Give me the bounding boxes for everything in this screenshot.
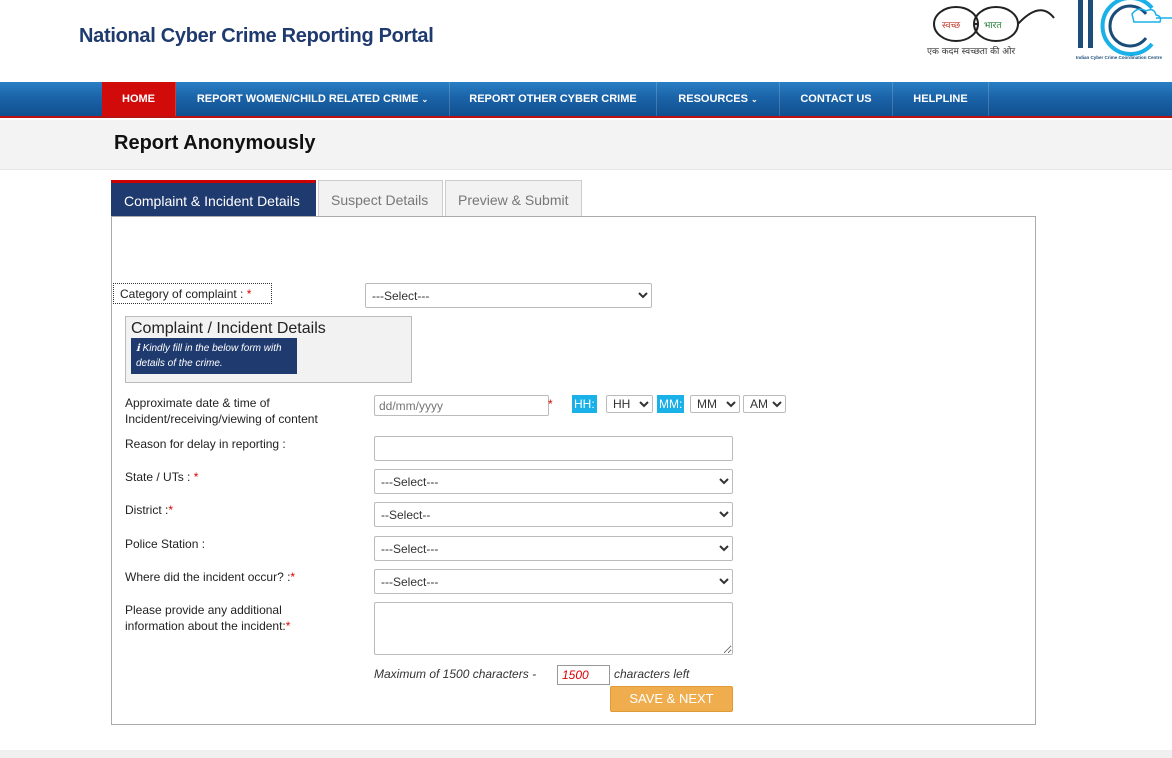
category-label: Category of complaint : * [113,283,272,304]
required-mark: * [290,570,296,584]
main-navbar: HOME REPORT WOMEN/CHILD RELATED CRIME ⌄ R… [0,82,1172,118]
required-mark: * [193,470,199,484]
state-select[interactable]: ---Select--- [374,469,733,494]
nav-resources-label: RESOURCES [678,93,748,105]
tab-preview-submit[interactable]: Preview & Submit [445,180,582,218]
nav-home[interactable]: HOME [102,82,176,116]
category-select[interactable]: ---Select--- [365,283,652,308]
chevron-down-icon: ⌄ [421,95,429,104]
mm-label: MM: [657,395,685,413]
incident-datetime-label: Approximate date & time of Incident/rece… [125,396,318,426]
delay-reason-label: Reason for delay in reporting : [125,437,286,451]
tab-suspect-details[interactable]: Suspect Details [318,180,443,218]
info-note-text: Kindly fill in the below form with detai… [136,343,282,369]
additional-info-textarea[interactable] [374,602,733,655]
info-icon: ℹ [136,343,140,354]
char-count-field: 1500 [557,665,610,685]
state-label: State / UTs : * [125,469,198,485]
nav-report-women-child[interactable]: REPORT WOMEN/CHILD RELATED CRIME ⌄ [176,82,450,116]
nav-contact-us-label: CONTACT US [800,93,872,105]
hh-label: HH: [572,395,597,413]
state-label-text: State / UTs : [125,470,191,484]
char-limit-suffix: characters left [614,667,690,681]
additional-info-label: Please provide any additional informatio… [125,602,325,634]
required-mark: * [548,397,553,411]
page-title: Report Anonymously [114,132,316,154]
nav-helpline-label: HELPLINE [913,93,968,105]
nav-resources[interactable]: RESOURCES ⌄ [657,82,780,116]
district-label-text: District : [125,503,169,517]
svg-text:भारत: भारत [984,21,1002,31]
police-station-select[interactable]: ---Select--- [374,536,733,561]
chevron-down-icon: ⌄ [750,95,758,104]
nav-report-women-child-label: REPORT WOMEN/CHILD RELATED CRIME [196,93,419,105]
district-select[interactable]: --Select-- [374,502,733,527]
complaint-details-title: Complaint / Incident Details [131,320,326,337]
required-mark: * [246,287,252,301]
char-limit-prefix: Maximum of 1500 characters - [374,667,537,681]
category-label-text: Category of complaint : [120,287,244,301]
minute-select[interactable]: MM [690,395,740,413]
nav-report-other-crime[interactable]: REPORT OTHER CYBER CRIME [450,82,657,116]
i4c-logo-text: Indian Cyber Crime Coordination Centre [1076,55,1163,60]
site-title[interactable]: National Cyber Crime Reporting Portal [79,25,434,48]
tab-complaint-incident-details[interactable]: Complaint & Incident Details [111,180,316,218]
incident-date-input[interactable] [374,395,549,416]
incident-place-label-text: Where did the incident occur? : [125,570,291,584]
hour-select[interactable]: HH [606,395,653,413]
district-label: District :* [125,502,173,518]
nav-contact-us[interactable]: CONTACT US [780,82,893,116]
ampm-select[interactable]: AM [743,395,786,413]
required-mark: * [168,503,174,517]
required-mark: * [285,619,291,633]
swachh-tagline: एक कदम स्वच्छता की ओर [927,47,1016,57]
additional-info-label-text: Please provide any additional informatio… [125,603,286,633]
police-station-label: Police Station : [125,537,206,551]
nav-helpline[interactable]: HELPLINE [893,82,989,116]
save-next-button[interactable]: SAVE & NEXT [610,686,733,712]
footer-strip [0,750,1172,758]
info-note: ℹ Kindly fill in the below form with det… [131,338,297,374]
nav-report-other-crime-label: REPORT OTHER CYBER CRIME [469,93,637,105]
delay-reason-input[interactable] [374,436,733,461]
site-header: National Cyber Crime Reporting Portal स्… [0,0,1172,82]
svg-text:स्वच्छ: स्वच्छ [942,21,961,31]
nav-home-label: HOME [122,93,155,105]
incident-place-select[interactable]: ---Select--- [374,569,733,594]
incident-place-label: Where did the incident occur? :* [125,569,295,585]
i4c-logo [1078,0,1172,56]
